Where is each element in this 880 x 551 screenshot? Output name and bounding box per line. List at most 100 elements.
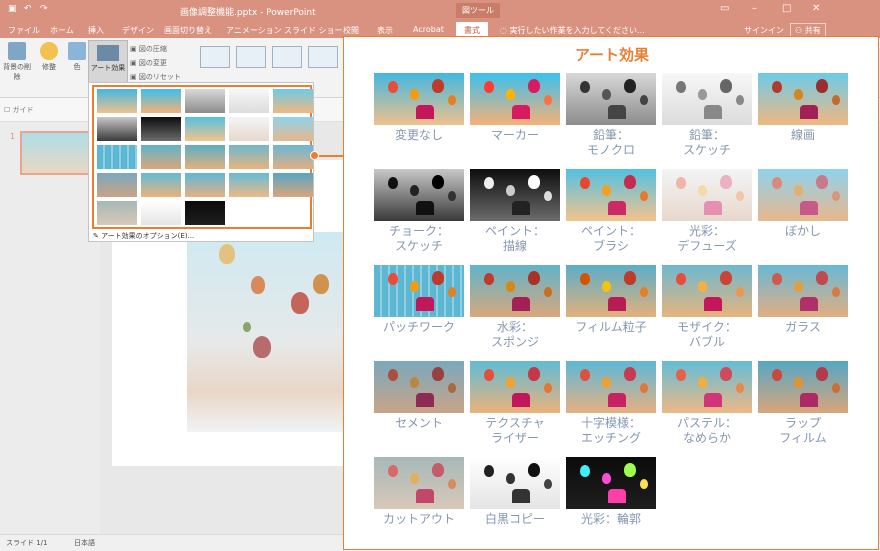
effect-item[interactable]: モザイク： バブル [662,265,752,350]
undo-icon[interactable]: ↶ [24,4,32,14]
maximize-icon[interactable]: □ [782,3,791,14]
effect-item[interactable]: ペイント： ブラシ [566,169,656,254]
effect-item[interactable]: ラップ フィルム [758,361,848,446]
effect-item[interactable]: セメント [374,361,464,431]
ribbon-display-icon[interactable]: ▭ [720,3,729,14]
balloon [640,287,648,297]
tab-1[interactable]: ホーム [50,25,74,36]
tab-5[interactable]: アニメーション [226,25,282,36]
redo-icon[interactable]: ↷ [40,4,48,14]
gallery-effect-thumb[interactable] [185,117,225,141]
gallery-effect-thumb[interactable] [141,173,181,197]
people-figure [608,489,626,503]
effect-item[interactable]: 水彩： スポンジ [470,265,560,350]
balloon [580,465,590,477]
effect-item[interactable]: ガラス [758,265,848,335]
balloon [816,367,828,381]
picture-style-3[interactable] [272,46,302,68]
tab-8[interactable]: 表示 [377,25,393,36]
reset-picture-button[interactable]: ▣ 図のリセット [130,72,181,82]
effect-item[interactable]: ペイント： 描線 [470,169,560,254]
effect-item[interactable]: 光彩： デフューズ [662,169,752,254]
slide-thumbnail[interactable] [20,131,92,175]
effect-item[interactable]: フィルム粒子 [566,265,656,335]
gallery-effect-thumb[interactable] [273,117,313,141]
tell-me-box[interactable]: ◌ 実行したい作業を入力してください... [500,25,645,36]
tab-6[interactable]: スライド ショー [284,25,343,36]
minimize-icon[interactable]: – [752,3,757,14]
gallery-effect-thumb[interactable] [273,145,313,169]
gallery-effect-thumb[interactable] [97,201,137,225]
effect-label: ペイント： 描線 [484,224,545,253]
gallery-effect-thumb[interactable] [185,89,225,113]
gallery-effect-thumb[interactable] [141,201,181,225]
effect-label: 鉛筆： モノクロ [586,128,635,157]
art-effects-dropdown: ✎ アート効果のオプション(E)... [88,82,314,242]
slide-picture[interactable] [187,232,352,432]
effect-item[interactable]: 鉛筆： モノクロ [566,73,656,158]
gallery-effect-thumb[interactable] [229,173,269,197]
balloon [832,95,840,105]
guide-checkbox[interactable]: ☐ ガイド [4,105,34,115]
gallery-effect-thumb[interactable] [185,173,225,197]
people-figure [608,105,626,119]
gallery-effect-thumb[interactable] [273,173,313,197]
gallery-effect-thumb[interactable] [185,145,225,169]
gallery-effect-thumb[interactable] [97,173,137,197]
effect-item[interactable]: マーカー [470,73,560,143]
art-effects-options-link[interactable]: ✎ アート効果のオプション(E)... [93,231,194,241]
gallery-effect-thumb[interactable] [141,145,181,169]
compress-button[interactable]: ▣ 図の圧縮 [130,44,167,54]
effect-item[interactable]: 光彩：輪郭 [566,457,656,527]
effect-item[interactable]: パッチワーク [374,265,464,335]
change-picture-button[interactable]: ▣ 図の変更 [130,58,167,68]
people-figure [800,201,818,215]
tab-0[interactable]: ファイル [8,25,40,36]
gallery-effect-thumb[interactable] [185,201,225,225]
balloon [580,369,590,381]
gallery-effect-thumb[interactable] [97,145,137,169]
gallery-effect-thumb[interactable] [97,89,137,113]
signin-link[interactable]: サインイン [744,25,784,36]
gallery-effect-thumb[interactable] [229,89,269,113]
gallery-effect-thumb[interactable] [229,145,269,169]
tab-7[interactable]: 校閲 [343,25,359,36]
effect-item[interactable]: テクスチャ ライザー [470,361,560,446]
tab-9[interactable]: Acrobat [413,25,444,34]
gallery-effect-thumb[interactable] [97,117,137,141]
balloon [720,271,732,285]
people-figure [416,105,434,119]
gallery-effect-thumb[interactable] [141,89,181,113]
tab-2[interactable]: 挿入 [88,25,104,36]
picture-style-4[interactable] [308,46,338,68]
tab-3[interactable]: デザイン [122,25,154,36]
effect-item[interactable]: 十字模様： エッチング [566,361,656,446]
effect-label: 白黒コピー [484,512,545,526]
gallery-effect-thumb[interactable] [141,117,181,141]
balloon [794,377,803,388]
change-picture-icon: ▣ [130,59,139,67]
effect-item[interactable]: 変更なし [374,73,464,143]
effect-label: モザイク： バブル [677,320,737,349]
gallery-effect-thumb[interactable] [273,89,313,113]
save-icon[interactable]: ▣ [8,4,17,14]
effect-item[interactable]: パステル： なめらか [662,361,752,446]
picture-style-2[interactable] [236,46,266,68]
effect-item[interactable]: 鉛筆： スケッチ [662,73,752,158]
effect-item[interactable]: チョーク： スケッチ [374,169,464,254]
effect-item[interactable]: 白黒コピー [470,457,560,527]
effect-item[interactable]: 線画 [758,73,848,143]
close-icon[interactable]: ✕ [812,3,820,14]
tab-4[interactable]: 画面切り替え [164,25,212,36]
gallery-effect-thumb[interactable] [229,117,269,141]
remove-background-button[interactable]: 背景の削除 [2,42,32,82]
picture-style-1[interactable] [200,46,230,68]
people-figure [704,393,722,407]
effect-item[interactable]: カットアウト [374,457,464,527]
balloon [448,287,456,297]
balloon [720,367,732,381]
corrections-button[interactable]: 修整 [34,42,64,72]
balloon [580,273,590,285]
effect-item[interactable]: ぼかし [758,169,848,239]
balloon [832,287,840,297]
